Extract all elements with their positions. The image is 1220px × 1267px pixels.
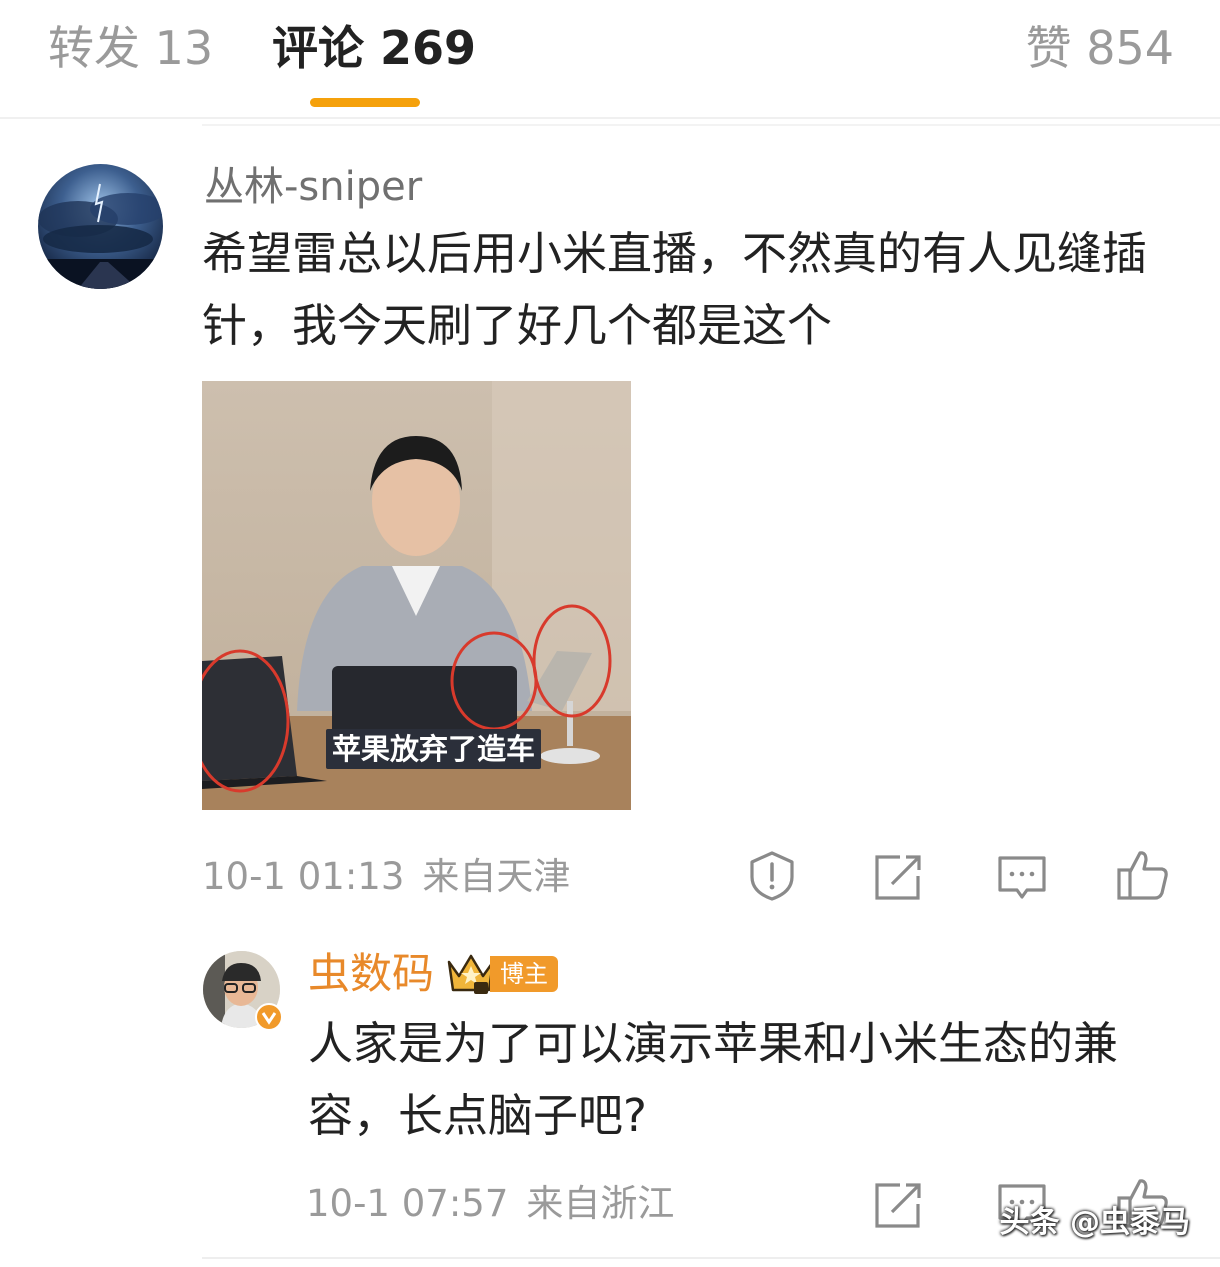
tab-likes[interactable]: 赞 854 xyxy=(1026,18,1174,78)
tab-comments[interactable]: 评论 269 xyxy=(272,18,476,78)
tab-reposts[interactable]: 转发 13 xyxy=(48,18,213,78)
comment-time: 10-1 01:13 xyxy=(202,855,405,898)
reply-repost-button[interactable] xyxy=(872,1180,924,1232)
image-caption: 苹果放弃了造车 xyxy=(326,729,542,769)
comment-meta: 10-1 01:13 来自天津 xyxy=(202,854,570,900)
vip-crown-icon xyxy=(446,950,496,996)
list-divider xyxy=(202,124,1220,126)
reply-meta: 10-1 07:57 来自浙江 xyxy=(306,1181,674,1227)
comment-icon xyxy=(998,856,1046,899)
reply-username[interactable]: 虫数码 xyxy=(308,947,434,1001)
watermark: 头条 @虫黍马 xyxy=(999,1205,1190,1240)
reply-text: 人家是为了可以演示苹果和小米生态的兼容，长点脑子吧? xyxy=(308,1017,1119,1142)
tab-divider xyxy=(0,117,1220,119)
active-tab-indicator xyxy=(310,98,420,107)
like-button[interactable] xyxy=(1116,848,1168,900)
comment-text: 希望雷总以后用小米直播，不然真的有人见缝插针，我今天刷了好几个都是这个 xyxy=(202,227,1148,352)
verified-icon xyxy=(255,1003,283,1031)
reply-location: 来自浙江 xyxy=(526,1182,675,1225)
report-icon xyxy=(750,851,794,901)
avatar[interactable] xyxy=(38,164,163,289)
reply-time: 10-1 07:57 xyxy=(306,1182,509,1225)
report-button[interactable] xyxy=(746,850,798,902)
repost-icon xyxy=(875,855,921,900)
comment-image[interactable]: 苹果放弃了造车 xyxy=(202,381,631,810)
list-divider-bottom xyxy=(202,1257,1220,1259)
repost-button[interactable] xyxy=(872,852,924,904)
comment-username[interactable]: 丛林-sniper xyxy=(204,162,422,212)
comment-location: 来自天津 xyxy=(422,855,571,898)
comment-button[interactable] xyxy=(996,852,1048,904)
blogger-badge: 博主 xyxy=(490,956,558,992)
like-icon xyxy=(1117,851,1168,900)
repost-icon xyxy=(875,1183,921,1228)
